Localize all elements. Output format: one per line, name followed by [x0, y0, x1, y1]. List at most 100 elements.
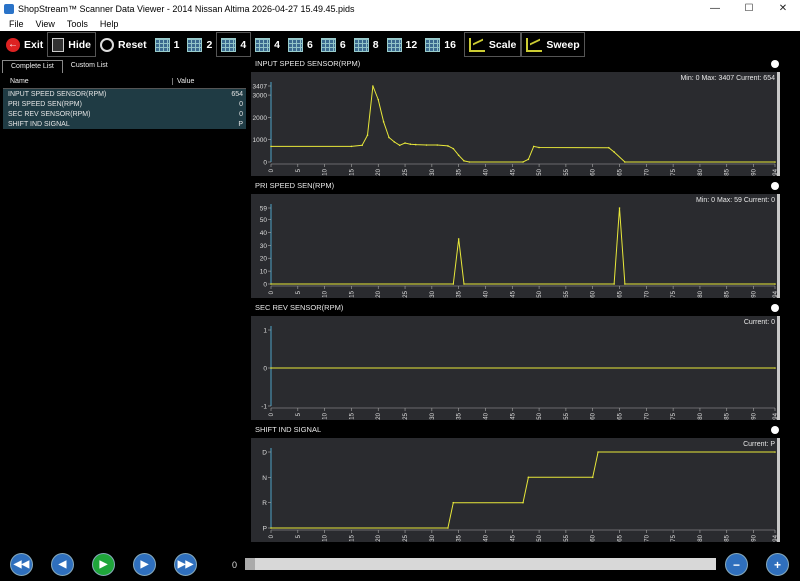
hide-panel-icon: [52, 37, 65, 52]
x-tick-label: 60: [591, 412, 597, 419]
layout-8-button[interactable]: 8: [350, 32, 383, 57]
table-row[interactable]: SHIFT IND SIGNAL P: [3, 119, 246, 129]
data-point: [527, 476, 530, 479]
step-back-button[interactable]: ◀: [51, 553, 74, 576]
data-point: [404, 142, 406, 144]
chart-options-icon[interactable]: [771, 426, 779, 434]
column-header-value[interactable]: Value: [173, 78, 194, 85]
hide-label: Hide: [68, 38, 92, 51]
x-tick-label: 94: [773, 412, 779, 419]
pid-value: P: [238, 120, 243, 128]
timeline-scroll-thumb[interactable]: [245, 558, 255, 570]
chart-panel: SEC REV SENSOR(RPM)Current: 0-1010 5 10 15 2…: [251, 303, 780, 420]
scale-label: Scale: [488, 38, 517, 51]
table-row[interactable]: PRI SPEED SEN(RPM) 0: [3, 99, 246, 109]
data-point: [463, 283, 465, 285]
x-tick-label: 80: [698, 534, 704, 541]
chart-stats: Min: 0 Max: 59 Current: 0: [696, 197, 775, 204]
chart-stats: Min: 0 Max: 3407 Current: 654: [680, 75, 775, 82]
x-tick-label: 10: [323, 412, 329, 419]
tab-complete-list[interactable]: Complete List: [2, 60, 63, 73]
y-tick-label: 0: [263, 160, 267, 167]
scroll-position-label: 0: [232, 560, 238, 570]
grid-layout-icon: [320, 37, 336, 52]
x-tick-label: 55: [564, 290, 570, 297]
step-forward-icon: ▶: [140, 559, 149, 570]
layout-1-button[interactable]: 1: [151, 32, 184, 57]
x-tick-label: 15: [349, 168, 355, 175]
y-tick-label: 30: [260, 243, 268, 250]
jump-to-end-button[interactable]: ▶▶: [174, 553, 197, 576]
data-point: [527, 158, 530, 161]
exit-button[interactable]: ← Exit: [2, 32, 47, 57]
timeline-scrollbar[interactable]: [245, 558, 716, 570]
x-tick-label: 35: [457, 168, 463, 175]
data-point: [398, 144, 401, 147]
x-tick-label: 80: [698, 168, 704, 175]
layout-label: 12: [405, 38, 418, 51]
toolbar: ← Exit Hide Reset 1 2 4 4 6 6 8 12 16 Sc…: [0, 31, 800, 58]
menu-help[interactable]: Help: [94, 19, 125, 29]
reset-button[interactable]: Reset: [96, 32, 151, 57]
x-tick-label: 50: [537, 534, 543, 541]
chart-options-icon[interactable]: [771, 304, 779, 312]
menu-file[interactable]: File: [3, 19, 30, 29]
maximize-button[interactable]: ☐: [732, 0, 766, 17]
hide-button[interactable]: Hide: [47, 32, 97, 57]
zoom-in-button[interactable]: +: [766, 553, 789, 576]
window-title: ShopStream™ Scanner Data Viewer - 2014 N…: [18, 3, 355, 14]
x-tick-label: 20: [376, 534, 382, 541]
step-back-icon: ◀: [58, 559, 67, 570]
data-point: [366, 134, 369, 137]
data-point: [270, 145, 272, 148]
layout-4-stacked-button[interactable]: 4: [216, 32, 252, 57]
x-tick-label: 10: [323, 290, 329, 297]
table-row[interactable]: INPUT SPEED SENSOR(RPM) 654: [3, 89, 246, 99]
reset-label: Reset: [118, 38, 147, 51]
zoom-out-button[interactable]: −: [725, 553, 748, 576]
y-tick-label: 40: [260, 230, 268, 237]
data-point: [624, 283, 626, 285]
step-forward-button[interactable]: ▶: [133, 553, 156, 576]
chart-options-icon[interactable]: [771, 182, 779, 190]
x-tick-label: 25: [403, 534, 409, 541]
layout-4-grid-button[interactable]: 4: [251, 32, 284, 57]
data-point: [377, 98, 380, 101]
play-button[interactable]: ▶: [92, 553, 115, 576]
layout-label: 8: [372, 38, 379, 51]
menu-view[interactable]: View: [30, 19, 61, 29]
chart-options-icon[interactable]: [771, 60, 779, 68]
x-tick-label: 40: [483, 168, 489, 175]
sweep-button[interactable]: Sweep: [521, 32, 585, 57]
x-tick-label: 80: [698, 290, 704, 297]
layout-16-button[interactable]: 16: [421, 32, 460, 57]
tab-custom-list[interactable]: Custom List: [63, 60, 116, 73]
data-point: [447, 527, 449, 529]
scale-icon: [468, 37, 485, 52]
layout-2-button[interactable]: 2: [183, 32, 216, 57]
table-row[interactable]: SEC REV SENSOR(RPM) 0: [3, 109, 246, 119]
menu-tools[interactable]: Tools: [61, 19, 94, 29]
x-tick-label: 35: [457, 412, 463, 419]
x-tick-label: 45: [510, 168, 516, 175]
y-tick-label: P: [263, 526, 267, 533]
close-button[interactable]: ✕: [766, 0, 800, 17]
y-tick-label: 20: [260, 256, 268, 263]
x-tick-label: 85: [725, 290, 731, 297]
x-tick-label: 45: [510, 412, 516, 419]
layout-6-stacked-button[interactable]: 6: [284, 32, 317, 57]
data-point: [613, 283, 615, 285]
layout-label: 4: [274, 38, 281, 51]
jump-to-start-button[interactable]: ◀◀: [10, 553, 33, 576]
x-tick-label: 75: [671, 290, 677, 297]
layout-12-button[interactable]: 12: [383, 32, 422, 57]
grid-layout-icon: [154, 37, 170, 52]
pid-table-header: Name Value: [3, 75, 246, 89]
column-header-name[interactable]: Name: [3, 78, 173, 85]
scale-button[interactable]: Scale: [463, 32, 522, 57]
layout-6-grid-button[interactable]: 6: [317, 32, 350, 57]
play-icon: ▶: [99, 559, 108, 570]
data-point: [774, 161, 776, 163]
data-point: [414, 143, 417, 146]
minimize-button[interactable]: —: [698, 0, 732, 17]
